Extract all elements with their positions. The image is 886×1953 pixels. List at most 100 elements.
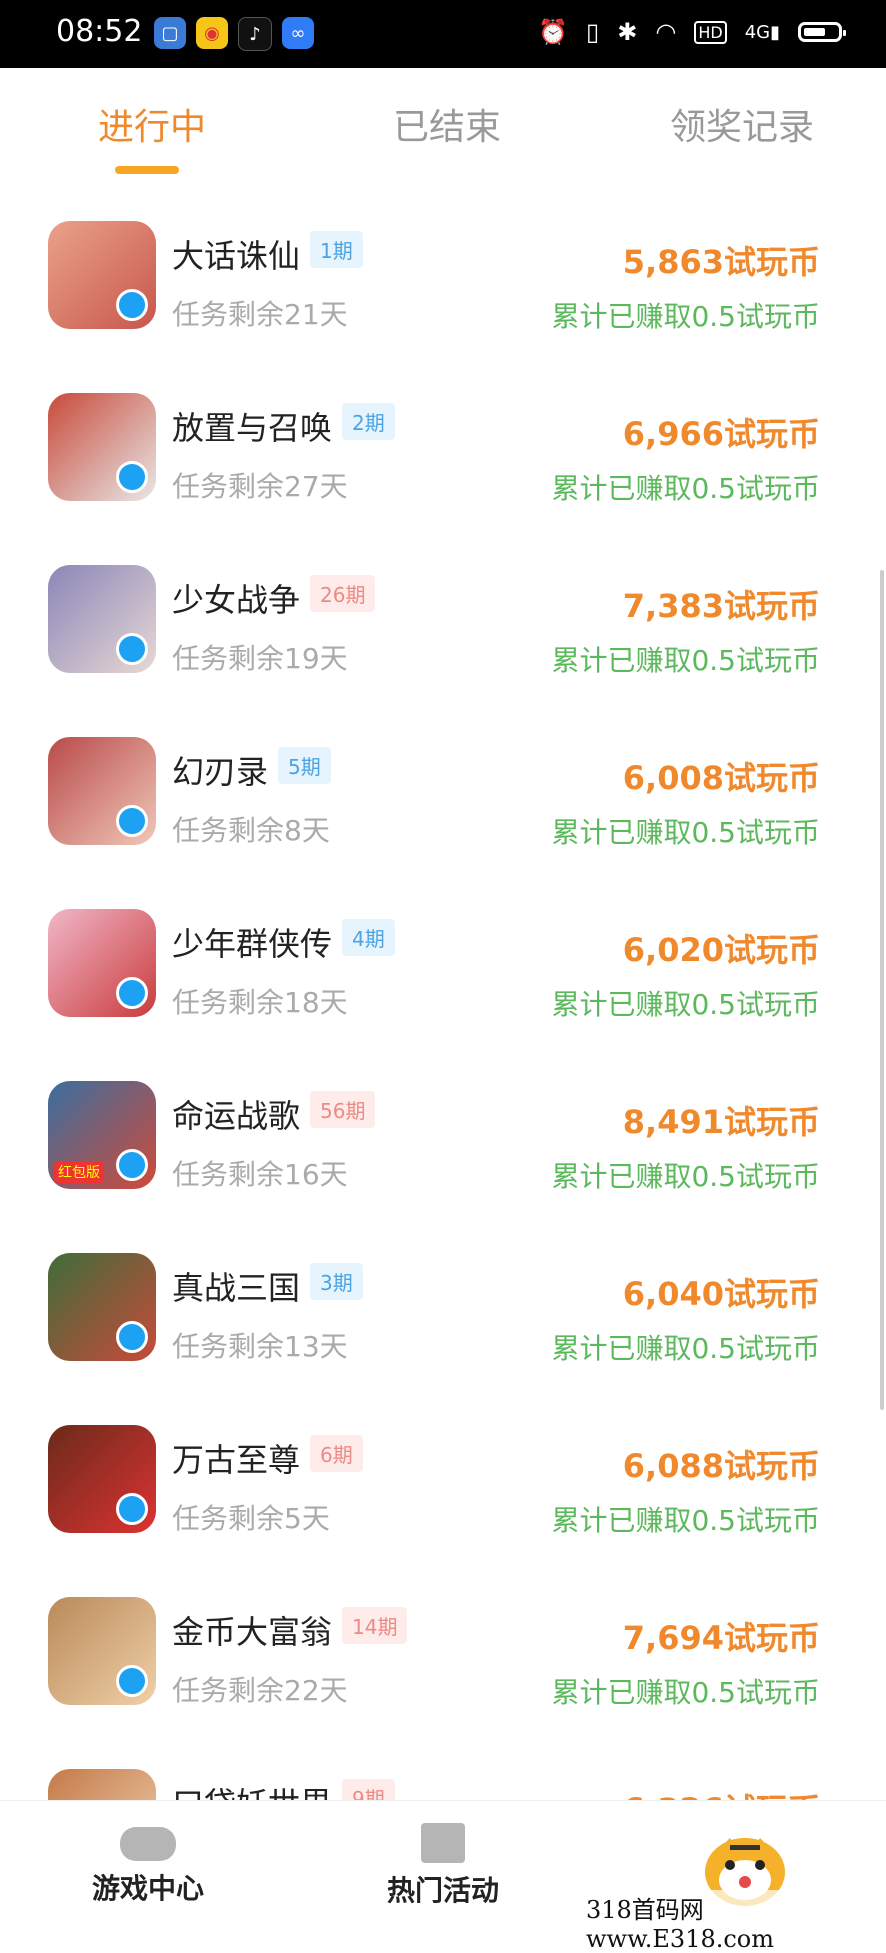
days-remaining: 任务剩余21天 (172, 298, 348, 331)
coin-reward: 8,491试玩币 (622, 1103, 820, 1141)
battery-icon (798, 22, 846, 42)
watermark: 318首码网 www.E318.com (586, 1890, 886, 1953)
nav-hot-events[interactable]: 热门活动 (383, 1811, 503, 1909)
game-name: 幻刃录 (172, 753, 269, 791)
platform-badge-icon (116, 1149, 148, 1181)
days-remaining: 任务剩余8天 (172, 814, 330, 847)
days-remaining: 任务剩余16天 (172, 1158, 348, 1191)
game-row[interactable]: 红包版 命运战歌 56期 任务剩余16天 8,491试玩币 累计已赚取0.5试玩币 (0, 1065, 886, 1237)
period-badge: 26期 (310, 575, 376, 612)
coin-reward: 6,008试玩币 (622, 759, 820, 797)
game-name: 少女战争 (172, 581, 301, 619)
game-icon (48, 1769, 156, 1800)
game-row[interactable]: 幻刃录 5期任务剩余8天 6,008试玩币累计已赚取0.5试玩币 (0, 721, 886, 893)
app-notification-icon: ▢ (154, 17, 186, 49)
earned-total: 累计已赚取0.5试玩币 (551, 644, 820, 677)
system-icons: ⏰ ▯ ✱ ◠ HD 4G▮ (538, 18, 846, 46)
nav-game-center-label: 游戏中心 (91, 1872, 204, 1905)
game-icon (48, 1253, 156, 1361)
gamepad-icon (120, 1827, 176, 1861)
period-badge: 4期 (342, 919, 395, 956)
coin-reward: 6,040试玩币 (622, 1275, 820, 1313)
platform-badge-icon (116, 1493, 148, 1525)
game-icon: 红包版 (48, 1081, 156, 1189)
period-badge: 3期 (310, 1263, 363, 1300)
scrollbar[interactable] (880, 570, 884, 1410)
period-badge: 5期 (278, 747, 331, 784)
game-icon (48, 221, 156, 329)
game-name: 口袋妖世界 (172, 1779, 332, 1800)
game-row[interactable]: 金币大富翁 14期任务剩余22天 7,694试玩币累计已赚取0.5试玩币 (0, 1581, 886, 1753)
wifi-icon: ◠ (655, 18, 677, 46)
game-row[interactable]: 口袋妖世界 9期 6,326试玩币 (0, 1753, 886, 1800)
platform-badge-icon (116, 977, 148, 1009)
game-row[interactable]: 万古至尊 6期任务剩余5天 6,088试玩币累计已赚取0.5试玩币 (0, 1409, 886, 1581)
days-remaining: 任务剩余19天 (172, 642, 348, 675)
hd-icon: HD (694, 20, 727, 44)
network-type-label: 4G (744, 21, 771, 43)
earned-total: 累计已赚取0.5试玩币 (551, 1332, 820, 1365)
alarm-icon: ⏰ (538, 18, 569, 46)
nav-game-center[interactable]: 游戏中心 (88, 1811, 208, 1907)
game-row[interactable]: 大话诛仙 1期任务剩余21天 5,863试玩币累计已赚取0.5试玩币 (0, 205, 886, 377)
days-remaining: 任务剩余13天 (172, 1330, 348, 1363)
icon-label: 红包版 (54, 1161, 104, 1183)
coin-reward: 6,088试玩币 (622, 1447, 820, 1485)
coin-reward: 7,383试玩币 (622, 587, 820, 625)
notification-icons: ▢ ◉ ♪ ∞ (154, 17, 314, 51)
game-icon (48, 909, 156, 1017)
signal-icon: 4G▮ (744, 21, 780, 43)
infinity-app-icon: ∞ (282, 17, 314, 49)
period-badge: 6期 (310, 1435, 363, 1472)
game-row[interactable]: 少女战争 26期任务剩余19天 7,383试玩币累计已赚取0.5试玩币 (0, 549, 886, 721)
game-icon (48, 737, 156, 845)
game-name: 真战三国 (172, 1269, 301, 1307)
game-name: 放置与召唤 (172, 409, 333, 447)
period-badge: 14期 (342, 1607, 408, 1644)
coin-reward: 6,020试玩币 (622, 931, 820, 969)
game-row[interactable]: 放置与召唤 2期 任务剩余27天 6,966试玩币 累计已赚取0.5试玩币 (0, 377, 886, 549)
active-tab-indicator (115, 166, 179, 174)
nav-hot-events-label: 热门活动 (386, 1874, 499, 1907)
tab-ended[interactable]: 已结束 (393, 98, 501, 150)
platform-badge-icon (116, 633, 148, 665)
earned-total: 累计已赚取0.5试玩币 (551, 472, 820, 505)
period-badge: 1期 (310, 231, 363, 268)
coin-reward: 6,966试玩币 (622, 415, 820, 453)
days-remaining: 任务剩余5天 (172, 1502, 330, 1535)
platform-badge-icon (116, 461, 148, 493)
period-badge: 56期 (310, 1091, 376, 1128)
earned-total: 累计已赚取0.5试玩币 (551, 1504, 820, 1537)
game-row[interactable]: 真战三国 3期任务剩余13天 6,040试玩币累计已赚取0.5试玩币 (0, 1237, 886, 1409)
tiktok-icon: ♪ (238, 17, 272, 51)
bluetooth-icon: ✱ (617, 18, 638, 46)
game-name: 命运战歌 (172, 1097, 301, 1135)
game-name: 金币大富翁 (172, 1613, 333, 1651)
status-time: 08:52 (56, 14, 143, 49)
vibrate-icon: ▯ (586, 18, 600, 46)
gift-icon (421, 1823, 465, 1863)
weibo-icon: ◉ (196, 17, 228, 49)
platform-badge-icon (116, 805, 148, 837)
coin-reward: 7,694试玩币 (622, 1619, 820, 1657)
days-remaining: 任务剩余18天 (172, 986, 348, 1019)
coin-reward: 5,863试玩币 (622, 243, 820, 281)
status-bar: 08:52 ▢ ◉ ♪ ∞ ⏰ ▯ ✱ ◠ HD 4G▮ (0, 0, 886, 68)
days-remaining: 任务剩余27天 (172, 470, 348, 503)
game-name: 万古至尊 (172, 1441, 301, 1479)
earned-total: 累计已赚取0.5试玩币 (551, 300, 820, 333)
tab-in-progress[interactable]: 进行中 (98, 98, 206, 150)
game-row[interactable]: 少年群侠传 4期 任务剩余18天 6,020试玩币 累计已赚取0.5试玩币 (0, 893, 886, 1065)
game-icon (48, 393, 156, 501)
game-icon (48, 1425, 156, 1533)
platform-badge-icon (116, 289, 148, 321)
days-remaining: 任务剩余22天 (172, 1674, 348, 1707)
period-badge: 9期 (342, 1779, 395, 1800)
game-name: 大话诛仙 (172, 237, 301, 275)
tab-reward-records[interactable]: 领奖记录 (670, 98, 814, 150)
earned-total: 累计已赚取0.5试玩币 (551, 816, 820, 849)
earned-total: 累计已赚取0.5试玩币 (551, 988, 820, 1021)
platform-badge-icon (116, 1665, 148, 1697)
earned-total: 累计已赚取0.5试玩币 (551, 1676, 820, 1709)
game-task-list: 大话诛仙 1期 任务剩余21天 5,863试玩币 累计已赚取0.5试玩币 放置与召唤 2期任… (0, 205, 886, 1800)
